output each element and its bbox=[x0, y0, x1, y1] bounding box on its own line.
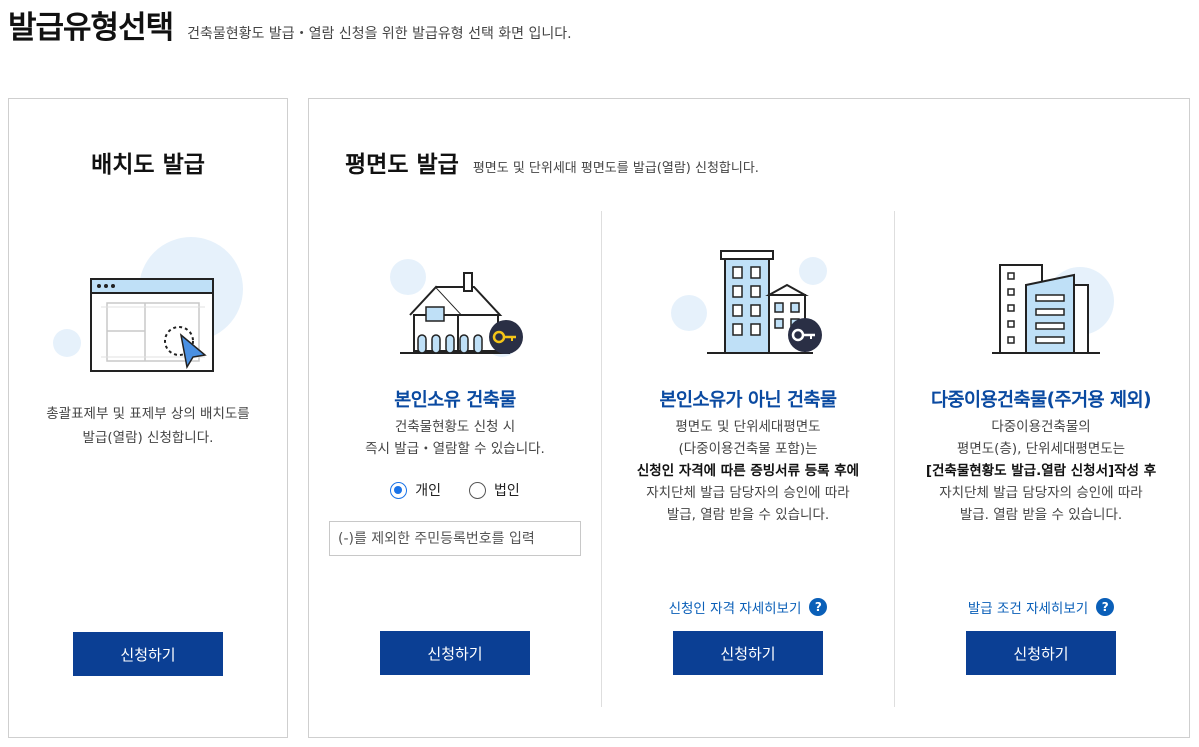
site-plan-description: 총괄표제부 및 표제부 상의 배치도를 발급(열람) 신청합니다. bbox=[46, 406, 250, 446]
multi-use-building-title: 다중이용건축물(주거용 제외) bbox=[930, 390, 1152, 411]
own-building-apply-button[interactable]: 신청하기 bbox=[380, 631, 530, 675]
blueprint-window-icon bbox=[53, 237, 243, 372]
site-plan-panel: 배치도 발급 총괄표제부 및 표제부 상의 배치도를 발급(열람) 신청합니다.… bbox=[8, 98, 288, 738]
own-building-column: 본인소유 건축물 건축물현황도 신청 시 즉시 발급・열람할 수 있습니다. 개… bbox=[309, 211, 601, 731]
site-plan-title: 배치도 발급 bbox=[91, 152, 205, 178]
page-header: 발급유형선택 건축물현황도 발급・열람 신청을 위한 발급유형 선택 화면 입니… bbox=[8, 2, 572, 47]
resident-number-input[interactable] bbox=[329, 521, 581, 556]
own-building-description: 건축물현황도 신청 시 즉시 발급・열람할 수 있습니다. bbox=[365, 419, 545, 457]
floor-plan-title: 평면도 발급 bbox=[345, 152, 459, 178]
multi-use-building-column: 다중이용건축물(주거용 제외) 다중이용건축물의 평면도(층), 단위세대평면도… bbox=[895, 211, 1187, 731]
floor-plan-subtitle: 평면도 및 단위세대 평면도를 발급(열람) 신청합니다. bbox=[472, 161, 759, 176]
page-title: 발급유형선택 bbox=[8, 10, 174, 46]
floor-plan-header: 평면도 발급 평면도 및 단위세대 평면도를 발급(열람) 신청합니다. bbox=[345, 145, 759, 179]
radio-checked-icon bbox=[390, 481, 408, 499]
buildings-key-icon bbox=[671, 250, 827, 354]
multi-use-building-description: 다중이용건축물의 평면도(층), 단위세대평면도는 [건축물현황도 발급.열람 … bbox=[925, 419, 1157, 523]
site-plan-apply-button[interactable]: 신청하기 bbox=[73, 632, 223, 676]
applicant-qualification-link[interactable]: 신청인 자격 자세히보기 ? bbox=[602, 597, 894, 617]
radio-corporate[interactable]: 법인 bbox=[469, 480, 520, 500]
not-own-building-apply-button[interactable]: 신청하기 bbox=[673, 631, 823, 675]
floor-plan-panel: 평면도 발급 평면도 및 단위세대 평면도를 발급(열람) 신청합니다. 본인소… bbox=[308, 98, 1190, 738]
office-buildings-icon bbox=[992, 264, 1114, 354]
house-key-icon bbox=[390, 259, 523, 357]
help-icon: ? bbox=[809, 598, 828, 616]
multi-use-building-apply-button[interactable]: 신청하기 bbox=[966, 631, 1116, 675]
not-own-building-column: 본인소유가 아닌 건축물 평면도 및 단위세대평면도 (다중이용건축물 포함)는… bbox=[602, 211, 894, 731]
not-own-building-description: 평면도 및 단위세대평면도 (다중이용건축물 포함)는 신청인 자격에 따른 증… bbox=[636, 419, 860, 523]
radio-individual[interactable]: 개인 bbox=[390, 480, 441, 500]
own-building-title: 본인소유 건축물 bbox=[394, 390, 516, 411]
not-own-building-title: 본인소유가 아닌 건축물 bbox=[659, 390, 837, 411]
radio-unchecked-icon bbox=[469, 481, 486, 499]
page-subtitle: 건축물현황도 발급・열람 신청을 위한 발급유형 선택 화면 입니다. bbox=[187, 26, 572, 42]
issue-condition-link[interactable]: 발급 조건 자세히보기 ? bbox=[895, 597, 1187, 617]
help-icon: ? bbox=[1096, 598, 1115, 616]
owner-type-radio-group: 개인 법인 bbox=[309, 480, 601, 500]
